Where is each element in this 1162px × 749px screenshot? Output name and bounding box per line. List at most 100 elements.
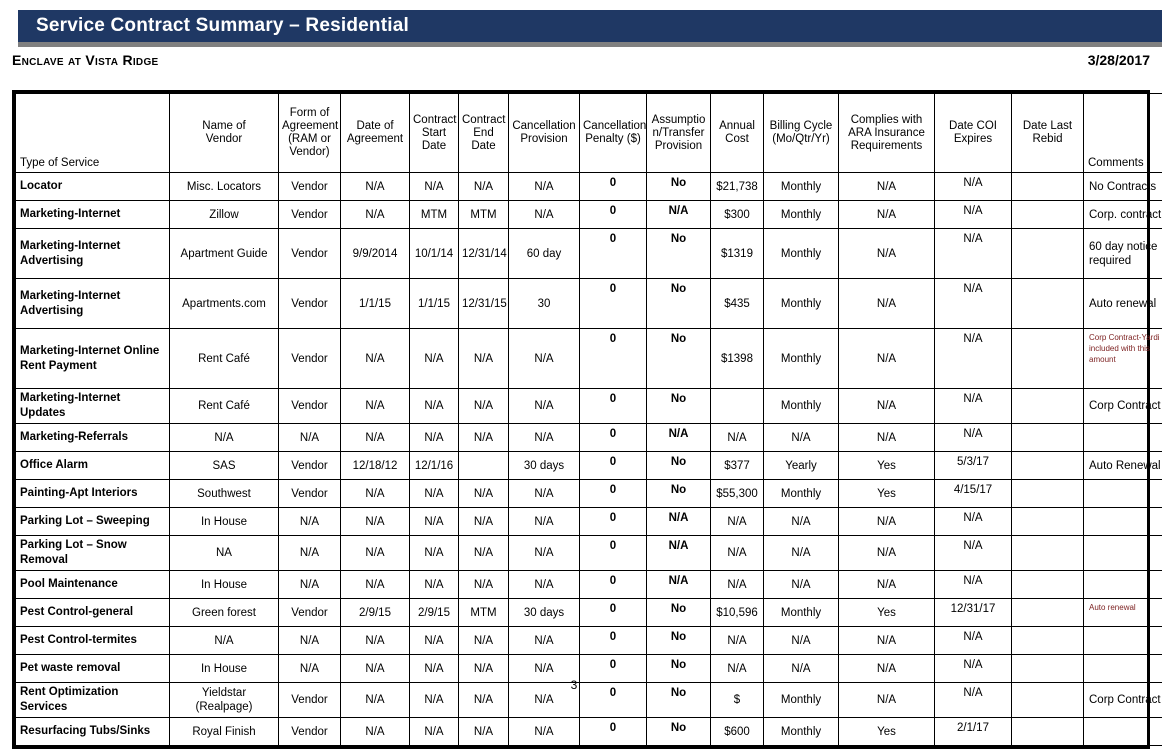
col-header-date-coi-expires: Date COI Expires — [935, 94, 1012, 173]
cell-contract-start-date: 2/9/15 — [410, 599, 459, 627]
cell-date-coi-expires: N/A — [935, 329, 1012, 389]
cell-contract-start-date: 12/1/16 — [410, 452, 459, 480]
cell-contract-end-date: 12/31/15 — [459, 279, 509, 329]
table-row: Parking Lot – SweepingIn HouseN/AN/AN/AN… — [16, 508, 1162, 536]
cell-type-of-service: Marketing-Internet Updates — [16, 389, 170, 424]
col-header-contract-start-date: Contract Start Date — [410, 94, 459, 173]
col-header-line: Agreement — [347, 133, 403, 145]
cell-date-last-rebid — [1012, 627, 1084, 655]
table-row: Marketing-InternetZillowVendorN/AMTMMTMN… — [16, 201, 1162, 229]
cell-annual-cost — [711, 389, 764, 424]
col-header-line: Cost — [725, 133, 749, 145]
cell-date-last-rebid — [1012, 599, 1084, 627]
cell-comments — [1084, 536, 1162, 571]
cell-name-of-vendor: SAS — [170, 452, 279, 480]
cell-name-of-vendor: Rent Café — [170, 389, 279, 424]
cell-comments: Corp Contract-Yardi is included with thi… — [1084, 329, 1162, 389]
cell-date-coi-expires: 4/15/17 — [935, 480, 1012, 508]
cell-date-of-agreement: N/A — [341, 480, 410, 508]
cell-assumption-transfer-provision: No — [647, 718, 711, 746]
cell-date-of-agreement: N/A — [341, 536, 410, 571]
cell-date-last-rebid — [1012, 718, 1084, 746]
cell-date-of-agreement: N/A — [341, 201, 410, 229]
table-body: LocatorMisc. LocatorsVendorN/AN/AN/AN/A0… — [16, 173, 1162, 746]
cell-annual-cost: $600 — [711, 718, 764, 746]
cell-type-of-service: Pest Control-general — [16, 599, 170, 627]
cell-billing-cycle: Monthly — [764, 718, 839, 746]
cell-contract-end-date: N/A — [459, 627, 509, 655]
col-header-line: Vendor) — [289, 146, 329, 158]
cell-date-of-agreement: 1/1/15 — [341, 279, 410, 329]
cell-billing-cycle: Monthly — [764, 389, 839, 424]
service-contract-table-container: Type of Service Name of Vendor Form of A… — [12, 90, 1150, 749]
cell-date-coi-expires: N/A — [935, 571, 1012, 599]
cell-type-of-service: Parking Lot – Snow Removal — [16, 536, 170, 571]
cell-name-of-vendor: Green forest — [170, 599, 279, 627]
cell-contract-end-date: N/A — [459, 508, 509, 536]
cell-name-of-vendor: Royal Finish — [170, 718, 279, 746]
cell-comments — [1084, 424, 1162, 452]
cell-name-of-vendor: NA — [170, 536, 279, 571]
cell-comments: 60 day notice required — [1084, 229, 1162, 279]
cell-date-last-rebid — [1012, 452, 1084, 480]
col-header-complies-ara-insurance: Complies with ARA Insurance Requirements — [839, 94, 935, 173]
cell-comments — [1084, 627, 1162, 655]
cell-date-of-agreement: N/A — [341, 329, 410, 389]
cell-name-of-vendor: Rent Café — [170, 329, 279, 389]
col-header-line: Provision — [655, 140, 702, 152]
cell-complies-ara-insurance: N/A — [839, 201, 935, 229]
cell-comments: Auto Renewal — [1084, 452, 1162, 480]
cell-type-of-service: Marketing-Internet — [16, 201, 170, 229]
col-header-line: Rebid — [1032, 133, 1062, 145]
cell-assumption-transfer-provision: No — [647, 173, 711, 201]
cell-date-coi-expires: N/A — [935, 424, 1012, 452]
cell-complies-ara-insurance: Yes — [839, 718, 935, 746]
col-header-line: Annual — [719, 120, 755, 132]
report-date: 3/28/2017 — [1088, 52, 1150, 68]
cell-contract-start-date: N/A — [410, 718, 459, 746]
table-row: LocatorMisc. LocatorsVendorN/AN/AN/AN/A0… — [16, 173, 1162, 201]
cell-form-of-agreement: Vendor — [279, 229, 341, 279]
cell-cancellation-penalty: 0 — [580, 201, 647, 229]
col-header-line: Penalty ($) — [585, 133, 641, 145]
cell-type-of-service: Marketing-Referrals — [16, 424, 170, 452]
cell-complies-ara-insurance: N/A — [839, 571, 935, 599]
cell-date-last-rebid — [1012, 329, 1084, 389]
cell-comments — [1084, 718, 1162, 746]
cell-contract-start-date: N/A — [410, 480, 459, 508]
table-row: Parking Lot – Snow RemovalNAN/AN/AN/AN/A… — [16, 536, 1162, 571]
cell-date-of-agreement: N/A — [341, 508, 410, 536]
cell-cancellation-provision: N/A — [509, 718, 580, 746]
cell-cancellation-penalty: 0 — [580, 424, 647, 452]
col-header-line: Provision — [520, 133, 567, 145]
col-header-line: Date COI — [949, 120, 997, 132]
cell-comments: No Contracts — [1084, 173, 1162, 201]
cell-date-last-rebid — [1012, 229, 1084, 279]
col-header-line: Type of Service — [20, 157, 99, 169]
table-row: Marketing-ReferralsN/AN/AN/AN/AN/AN/A0N/… — [16, 424, 1162, 452]
cell-contract-end-date: N/A — [459, 329, 509, 389]
cell-contract-end-date: MTM — [459, 201, 509, 229]
cell-annual-cost: $377 — [711, 452, 764, 480]
cell-form-of-agreement: N/A — [279, 627, 341, 655]
cell-complies-ara-insurance: N/A — [839, 279, 935, 329]
cell-billing-cycle: Monthly — [764, 173, 839, 201]
cell-date-last-rebid — [1012, 389, 1084, 424]
cell-form-of-agreement: N/A — [279, 424, 341, 452]
col-header-comments: Comments — [1084, 94, 1162, 173]
col-header-line: Expires — [954, 133, 992, 145]
cell-complies-ara-insurance: Yes — [839, 480, 935, 508]
cell-form-of-agreement: Vendor — [279, 329, 341, 389]
cell-date-of-agreement: 2/9/15 — [341, 599, 410, 627]
cell-assumption-transfer-provision: No — [647, 329, 711, 389]
cell-cancellation-provision: N/A — [509, 389, 580, 424]
cell-annual-cost: $435 — [711, 279, 764, 329]
table-row: Pool MaintenanceIn HouseN/AN/AN/AN/AN/A0… — [16, 571, 1162, 599]
cell-date-of-agreement: 9/9/2014 — [341, 229, 410, 279]
cell-assumption-transfer-provision: N/A — [647, 424, 711, 452]
cell-contract-end-date: N/A — [459, 571, 509, 599]
cell-cancellation-penalty: 0 — [580, 718, 647, 746]
cell-contract-start-date: N/A — [410, 424, 459, 452]
cell-cancellation-provision: 60 day — [509, 229, 580, 279]
cell-date-of-agreement: N/A — [341, 389, 410, 424]
